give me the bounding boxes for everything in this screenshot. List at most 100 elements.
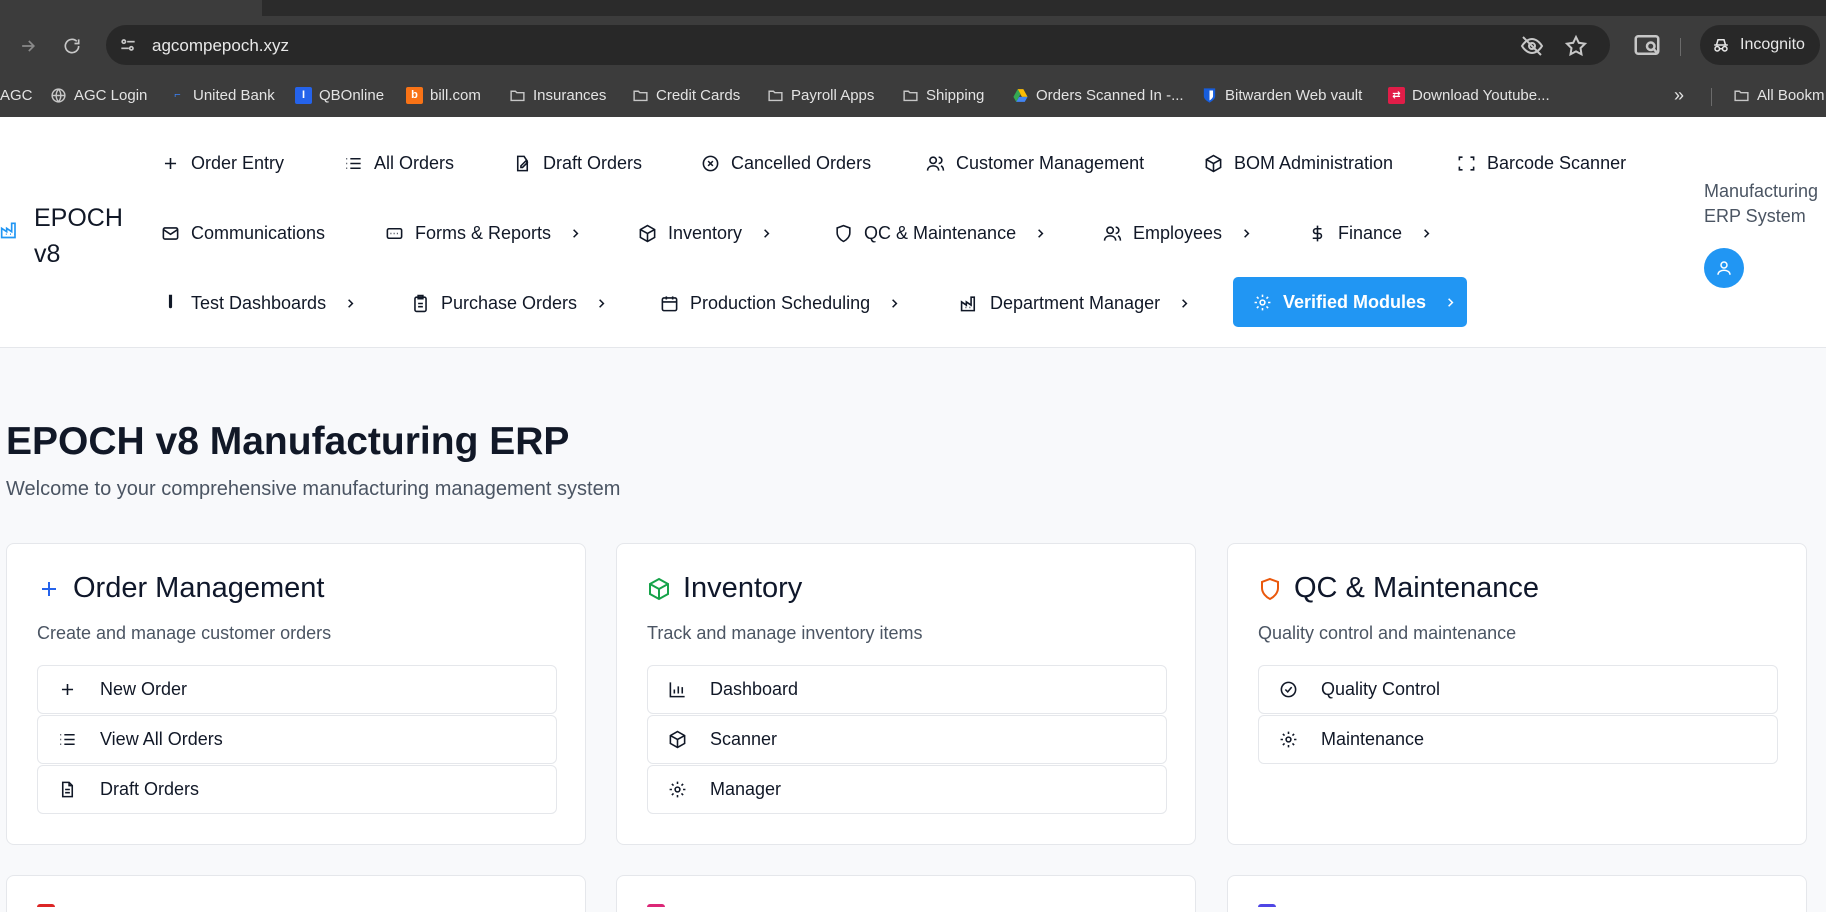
bookmark-qbonline[interactable]: I QBOnline — [295, 82, 384, 108]
url-text[interactable]: agcompepoch.xyz — [152, 36, 289, 56]
star-icon[interactable] — [1564, 34, 1588, 58]
bookmark-credit-cards[interactable]: Credit Cards — [632, 82, 740, 108]
nav-bom-administration[interactable]: BOM Administration — [1204, 138, 1393, 188]
nav-label: Finance — [1338, 222, 1403, 243]
nav-label: BOM Administration — [1234, 152, 1394, 173]
bookmark-label: Download Youtube... — [1412, 86, 1550, 104]
bookmark-label: QBOnline — [319, 86, 385, 104]
button-label: Maintenance — [1321, 729, 1425, 749]
nav-label: Inventory — [668, 222, 743, 243]
maintenance-button[interactable]: Maintenance — [1258, 715, 1778, 764]
nav-purchase-orders[interactable]: Purchase Orders — [411, 278, 609, 328]
bookmark-download-youtube[interactable]: ⇄ Download Youtube... — [1388, 82, 1550, 108]
button-label: Scanner — [710, 729, 778, 749]
page-subtitle: Welcome to your comprehensive manufactur… — [6, 478, 621, 500]
edit-doc-icon — [516, 155, 529, 171]
list-icon — [60, 733, 75, 746]
bookmark-orders-scanned[interactable]: Orders Scanned In -... — [1012, 82, 1184, 108]
chevrons-right-icon: » — [1674, 84, 1685, 105]
bookmark-shipping[interactable]: Shipping — [902, 82, 984, 108]
active-tab[interactable] — [0, 0, 262, 16]
qc-maintenance-card: QC & Maintenance Quality control and mai… — [1227, 543, 1807, 845]
nav-inventory[interactable]: Inventory — [638, 208, 774, 258]
site-settings-icon[interactable] — [118, 35, 138, 55]
nav-test-dashboards[interactable]: Test Dashboards — [161, 278, 358, 328]
plus-icon — [42, 581, 56, 596]
drive-icon — [1013, 88, 1028, 102]
forward-button[interactable] — [12, 30, 44, 62]
arrow-right-icon — [22, 40, 36, 52]
draft-orders-button[interactable]: Draft Orders — [37, 765, 557, 814]
bookmark-label: All Bookm — [1757, 86, 1825, 104]
bill-icon: b — [406, 86, 423, 104]
nav-label: All Orders — [374, 152, 455, 173]
tab-search-icon[interactable] — [1632, 30, 1662, 60]
eye-off-icon[interactable] — [1520, 34, 1544, 58]
nav-forms-reports[interactable]: Forms & Reports — [385, 208, 583, 258]
more-bookmarks-button[interactable]: » — [1674, 82, 1684, 108]
chevron-right-icon — [1448, 297, 1454, 307]
nav-label: Production Scheduling — [690, 292, 871, 313]
nav-department-manager[interactable]: Department Manager — [960, 278, 1192, 328]
chevron-right-icon — [1424, 228, 1430, 238]
nav-production-scheduling[interactable]: Production Scheduling — [660, 278, 902, 328]
youtube-icon: ⇄ — [1388, 86, 1405, 104]
card-title: Order Management — [37, 572, 324, 605]
inventory-dashboard-button[interactable]: Dashboard — [647, 665, 1167, 714]
bookmark-bitwarden[interactable]: Bitwarden Web vault — [1201, 82, 1362, 108]
card-title-text: Order Management — [73, 572, 325, 604]
reload-button[interactable] — [56, 30, 88, 62]
box-icon — [669, 730, 686, 749]
all-bookmarks-button[interactable]: All Bookm — [1733, 82, 1825, 108]
nav-label: Test Dashboards — [191, 292, 327, 313]
inventory-scanner-button[interactable]: Scanner — [647, 715, 1167, 764]
card-title: QC & Maintenance — [1258, 572, 1539, 605]
nav-label: Department Manager — [990, 292, 1161, 313]
folder-icon — [903, 90, 918, 101]
nav-finance[interactable]: Finance — [1308, 208, 1434, 258]
new-order-button[interactable]: New Order — [37, 665, 557, 714]
bookmark-insurances[interactable]: Insurances — [509, 82, 606, 108]
bookmark-united-bank[interactable]: ⌐ United Bank — [169, 82, 274, 108]
list-icon — [346, 157, 361, 169]
page-title: EPOCH v8 Manufacturing ERP — [6, 420, 570, 463]
view-all-orders-button[interactable]: View All Orders — [37, 715, 557, 764]
quality-control-button[interactable]: Quality Control — [1258, 665, 1778, 714]
user-avatar-button[interactable] — [1704, 248, 1744, 288]
nav-cancelled-orders[interactable]: Cancelled Orders — [701, 138, 871, 188]
nav-qc-maintenance[interactable]: QC & Maintenance — [834, 208, 1048, 258]
bookmark-agc[interactable]: AGC — [0, 82, 33, 108]
partial-card — [616, 875, 1196, 912]
incognito-badge[interactable]: Incognito — [1700, 25, 1820, 65]
nav-all-orders[interactable]: All Orders — [344, 138, 454, 188]
chevron-right-icon — [764, 228, 770, 238]
nav-communications[interactable]: Communications — [161, 208, 325, 258]
button-label: View All Orders — [100, 729, 223, 749]
nav-label: Employees — [1133, 222, 1223, 243]
nav-label: Forms & Reports — [415, 222, 552, 243]
address-bar[interactable]: agcompepoch.xyz — [106, 25, 1610, 65]
bookmark-bill[interactable]: b bill.com — [406, 82, 481, 108]
browser-chrome: agcompepoch.xyz Incognito AGC AGC Login … — [0, 0, 1826, 117]
nav-customer-management[interactable]: Customer Management — [926, 138, 1144, 188]
nav-draft-orders[interactable]: Draft Orders — [513, 138, 642, 188]
bookmark-payroll-apps[interactable]: Payroll Apps — [767, 82, 874, 108]
nav-order-entry[interactable]: Order Entry — [161, 138, 284, 188]
chevron-right-icon — [1244, 228, 1250, 238]
nav-employees[interactable]: Employees — [1103, 208, 1254, 258]
user-icon — [1717, 261, 1731, 275]
bookmark-agc-login[interactable]: AGC Login — [50, 82, 147, 108]
nav-label: Cancelled Orders — [731, 152, 872, 173]
order-management-card: Order Management Create and manage custo… — [6, 543, 586, 845]
factory-icon — [960, 295, 976, 311]
gear-icon — [1280, 731, 1297, 748]
folder-icon — [633, 90, 648, 101]
card-subtitle: Quality control and maintenance — [1258, 623, 1517, 643]
nav-verified-modules[interactable]: Verified Modules — [1233, 277, 1467, 327]
box-icon — [639, 224, 656, 242]
inventory-manager-button[interactable]: Manager — [647, 765, 1167, 814]
inventory-card: Inventory Track and manage inventory ite… — [616, 543, 1196, 845]
bar-chart-icon — [669, 682, 685, 698]
card-icon — [37, 904, 55, 912]
nav-barcode-scanner[interactable]: Barcode Scanner — [1457, 138, 1626, 188]
